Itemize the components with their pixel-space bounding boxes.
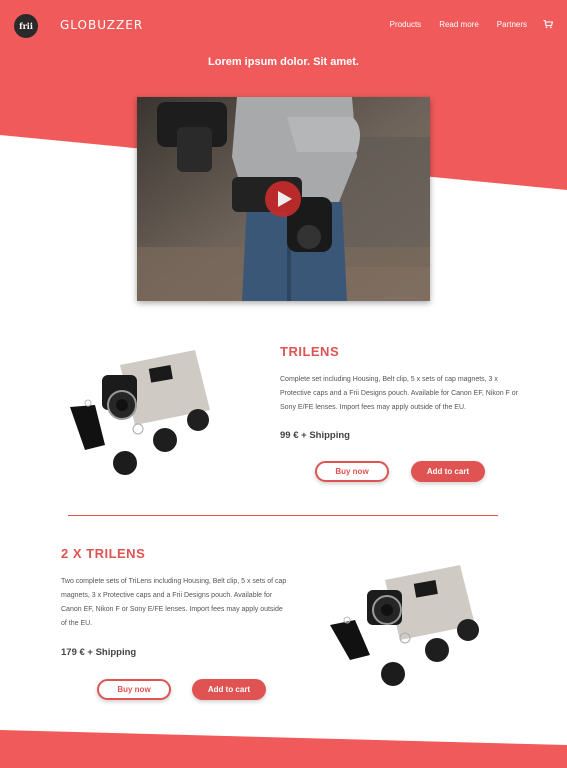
product-price: 179 € + Shipping [61, 647, 137, 658]
footer-background [0, 730, 567, 768]
top-navigation: frii GLOBUZZER Products Read more Partne… [0, 0, 567, 50]
add-to-cart-button[interactable]: Add to cart [192, 679, 266, 700]
product-description: Two complete sets of TriLens including H… [61, 578, 287, 627]
main-nav: Products Read more Partners [390, 20, 527, 29]
buy-now-button[interactable]: Buy now [315, 461, 389, 482]
nav-read-more[interactable]: Read more [439, 20, 479, 29]
product-image-2x-trilens [330, 565, 479, 686]
product-description: Complete set including Housing, Belt cli… [280, 376, 518, 411]
add-to-cart-button[interactable]: Add to cart [411, 461, 485, 482]
product-video[interactable] [137, 97, 430, 301]
hero-title: Lorem ipsum dolor. Sit amet. [208, 56, 359, 68]
logo[interactable]: frii [14, 14, 38, 38]
section-divider [68, 515, 498, 516]
nav-partners[interactable]: Partners [497, 20, 527, 29]
product-title: TRILENS [280, 344, 340, 359]
nav-products[interactable]: Products [390, 20, 422, 29]
logo-text: frii [19, 21, 33, 31]
cart-icon[interactable] [543, 19, 553, 29]
product-price: 99 € + Shipping [280, 430, 350, 441]
buy-now-button[interactable]: Buy now [97, 679, 171, 700]
product-title: 2 X TRILENS [61, 546, 146, 561]
play-button[interactable] [265, 181, 301, 217]
product-image-trilens [70, 350, 210, 475]
play-icon [277, 191, 292, 207]
brand-name[interactable]: GLOBUZZER [60, 18, 143, 32]
